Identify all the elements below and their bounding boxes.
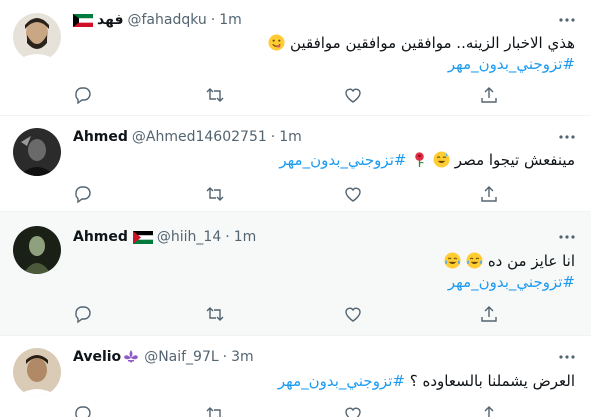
retweet-icon[interactable] (204, 303, 226, 325)
joy-emoji-icon (466, 252, 483, 269)
separator-dot: · (222, 349, 228, 365)
tweet-header: Ahmed @Ahmed14602751 · 1m (73, 127, 302, 147)
tweet-actions (60, 303, 530, 325)
more-icon[interactable] (557, 10, 577, 30)
tweet-body: العرض يشملنا بالسعاوده ؟ (409, 372, 575, 390)
display-name[interactable]: فهد (97, 12, 124, 28)
user-handle[interactable]: @Ahmed14602751 (132, 129, 267, 145)
timestamp[interactable]: 3m (231, 349, 254, 365)
reply-icon[interactable] (72, 84, 94, 106)
tweet-body: هذي الاخبار الزينه.. موافقين موافقين موا… (290, 34, 575, 52)
tweet-header: Avelio @Naif_97L · 3m (73, 347, 254, 367)
reply-icon[interactable] (72, 303, 94, 325)
like-icon[interactable] (342, 303, 364, 325)
kuwait-flag-icon (73, 13, 93, 27)
rose-emoji-icon (415, 152, 425, 168)
timestamp[interactable]: 1m (234, 229, 257, 245)
tweet-text: مينفعش تيجوا مصر #تزوجني_بدون_مهر (75, 150, 575, 171)
hashtag-link[interactable]: #تزوجني_بدون_مهر (75, 54, 575, 75)
tweet[interactable]: فهد @fahadqku · 1m هذي الاخبار الزينه.. … (0, 0, 591, 116)
tweet[interactable]: Ahmed @hiih_14 · 1m انا عايز من ده #تزوج… (0, 212, 591, 336)
like-icon[interactable] (342, 403, 364, 417)
timeline-feed: فهد @fahadqku · 1m هذي الاخبار الزينه.. … (0, 0, 591, 417)
tweet-header: فهد @fahadqku · 1m (73, 10, 242, 30)
more-icon[interactable] (557, 227, 577, 247)
avatar[interactable] (13, 348, 61, 396)
tweet-header: Ahmed @hiih_14 · 1m (73, 227, 256, 247)
avatar[interactable] (13, 128, 61, 176)
tweet[interactable]: Ahmed @Ahmed14602751 · 1m مينفعش تيجوا م… (0, 116, 591, 212)
user-handle[interactable]: @hiih_14 (157, 229, 221, 245)
joy-emoji-icon (444, 252, 461, 269)
sweat-smile-emoji-icon (433, 151, 450, 168)
retweet-icon[interactable] (204, 84, 226, 106)
separator-dot: · (210, 12, 216, 28)
share-icon[interactable] (478, 84, 500, 106)
tweet-actions (60, 183, 530, 205)
yum-emoji-icon (268, 34, 285, 51)
display-name[interactable]: Avelio (73, 349, 121, 365)
display-name[interactable]: Ahmed (73, 129, 128, 145)
timestamp[interactable]: 1m (219, 12, 242, 28)
hashtag-link[interactable]: #تزوجني_بدون_مهر (278, 372, 405, 390)
share-icon[interactable] (478, 403, 500, 417)
reply-icon[interactable] (72, 183, 94, 205)
fleur-de-lis-icon (122, 349, 140, 365)
tweet-actions (60, 403, 530, 417)
share-icon[interactable] (478, 183, 500, 205)
tweet-text: العرض يشملنا بالسعاوده ؟ #تزوجني_بدون_مه… (75, 371, 575, 392)
tweet-text: انا عايز من ده #تزوجني_بدون_مهر (75, 251, 575, 293)
share-icon[interactable] (478, 303, 500, 325)
tweet-text: هذي الاخبار الزينه.. موافقين موافقين موا… (75, 33, 575, 75)
avatar[interactable] (13, 226, 61, 274)
like-icon[interactable] (342, 84, 364, 106)
like-icon[interactable] (342, 183, 364, 205)
tweet-body: مينفعش تيجوا مصر (454, 151, 575, 169)
hashtag-link[interactable]: #تزوجني_بدون_مهر (75, 272, 575, 293)
retweet-icon[interactable] (204, 403, 226, 417)
user-handle[interactable]: @Naif_97L (144, 349, 218, 365)
tweet[interactable]: Avelio @Naif_97L · 3m العرض يشملنا بالسع… (0, 336, 591, 417)
reply-icon[interactable] (72, 403, 94, 417)
display-name[interactable]: Ahmed (73, 229, 128, 245)
more-icon[interactable] (557, 127, 577, 147)
separator-dot: · (225, 229, 230, 245)
tweet-actions (60, 84, 530, 106)
user-handle[interactable]: @fahadqku (128, 12, 207, 28)
timestamp[interactable]: 1m (279, 129, 302, 145)
tweet-body: انا عايز من ده (487, 252, 575, 270)
palestine-flag-icon (132, 230, 153, 244)
avatar[interactable] (13, 13, 61, 61)
more-icon[interactable] (557, 347, 577, 367)
separator-dot: · (270, 129, 276, 145)
retweet-icon[interactable] (204, 183, 226, 205)
hashtag-link[interactable]: #تزوجني_بدون_مهر (279, 151, 406, 169)
